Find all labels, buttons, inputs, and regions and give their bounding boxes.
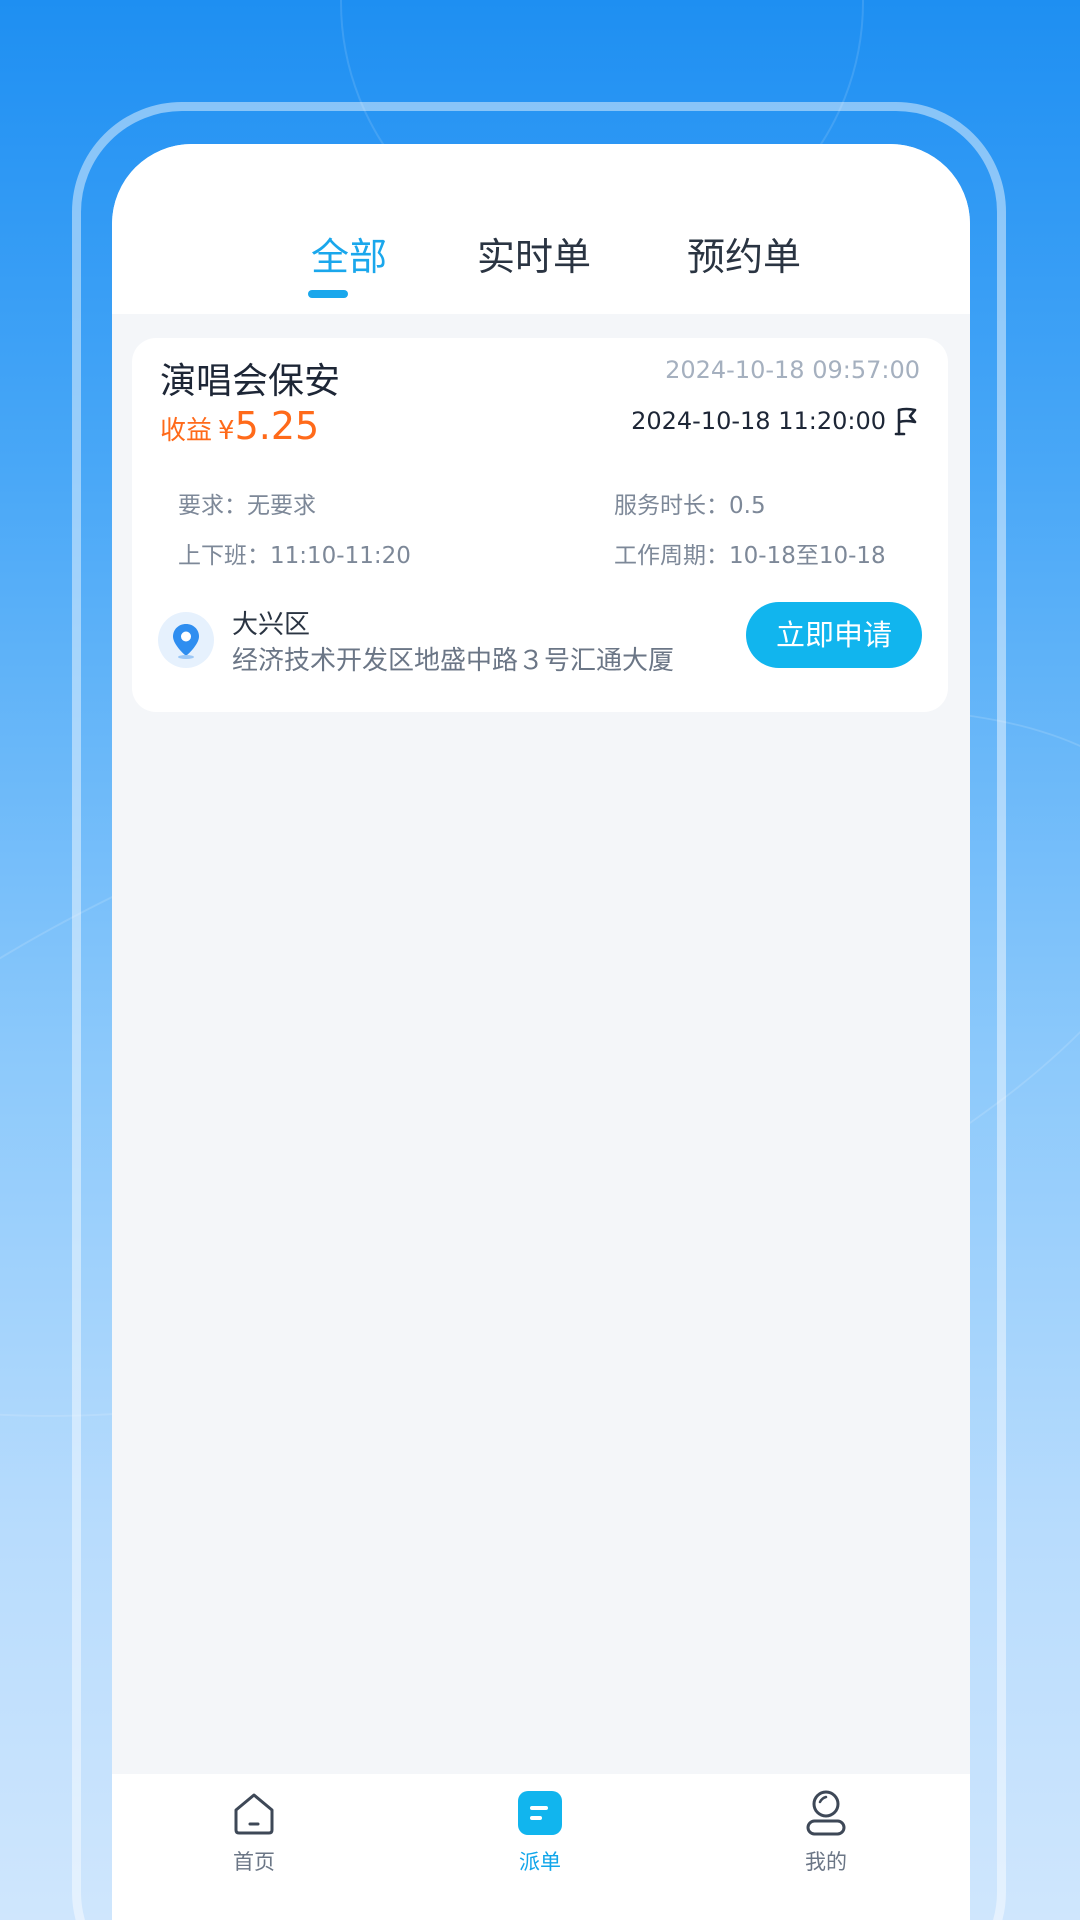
- order-tabs: 全部 实时单 预约单: [112, 144, 970, 314]
- district: 大兴区: [232, 610, 311, 640]
- order-card[interactable]: 演唱会保安 2024-10-18 09:57:00 收益 ¥5.25 2024-1…: [132, 338, 948, 712]
- requirement-info: 要求：无要求: [178, 486, 316, 520]
- nav-mine-label: 我的: [805, 1850, 847, 1874]
- shift-info: 上下班：11:10-11:20: [178, 536, 411, 570]
- active-tab-indicator: [308, 290, 348, 298]
- order-title: 演唱会保安: [160, 361, 341, 402]
- address: 经济技术开发区地盛中路３号汇通大厦: [232, 646, 675, 676]
- nav-home[interactable]: 首页: [194, 1788, 314, 1876]
- duration-value: 0.5: [729, 493, 766, 519]
- requirement-label: 要求：: [178, 493, 247, 519]
- app-page: 全部 实时单 预约单 演唱会保安 2024-10-18 09:57:00 收益 ¥…: [0, 0, 1080, 1920]
- duration-label: 服务时长：: [614, 493, 729, 519]
- requirement-value: 无要求: [247, 493, 316, 519]
- nav-dispatch[interactable]: 派单: [480, 1788, 600, 1876]
- end-time-row: 2024-10-18 11:20:00: [631, 406, 920, 436]
- home-icon: [234, 1793, 274, 1835]
- location-pin-icon: [158, 612, 214, 668]
- shift-label: 上下班：: [178, 543, 270, 569]
- bottom-nav: 首页 派单 我的: [112, 1774, 970, 1920]
- shift-value: 11:10-11:20: [270, 543, 411, 569]
- tab-reservation[interactable]: 预约单: [674, 226, 814, 281]
- currency-symbol: ¥: [218, 416, 235, 446]
- tab-all[interactable]: 全部: [294, 226, 404, 281]
- dispatch-icon: [518, 1791, 562, 1835]
- cycle-info: 工作周期：10-18至10-18: [614, 536, 886, 570]
- profile-icon: [806, 1790, 846, 1836]
- cycle-label: 工作周期：: [614, 543, 729, 569]
- end-time: 2024-10-18 11:20:00: [631, 407, 886, 435]
- nav-dispatch-label: 派单: [519, 1850, 561, 1874]
- nav-home-label: 首页: [233, 1850, 275, 1874]
- flag-icon: [894, 406, 920, 436]
- income-amount: 5.25: [234, 404, 320, 448]
- posted-time: 2024-10-18 09:57:00: [665, 356, 920, 384]
- income-label: 收益: [160, 416, 213, 446]
- income-row: 收益 ¥5.25: [160, 404, 319, 448]
- apply-button[interactable]: 立即申请: [746, 602, 922, 668]
- phone-screen: 全部 实时单 预约单 演唱会保安 2024-10-18 09:57:00 收益 ¥…: [112, 144, 970, 1920]
- cycle-value: 10-18至10-18: [729, 543, 886, 569]
- nav-mine[interactable]: 我的: [766, 1788, 886, 1876]
- tab-realtime[interactable]: 实时单: [464, 226, 604, 281]
- duration-info: 服务时长：0.5: [614, 486, 766, 520]
